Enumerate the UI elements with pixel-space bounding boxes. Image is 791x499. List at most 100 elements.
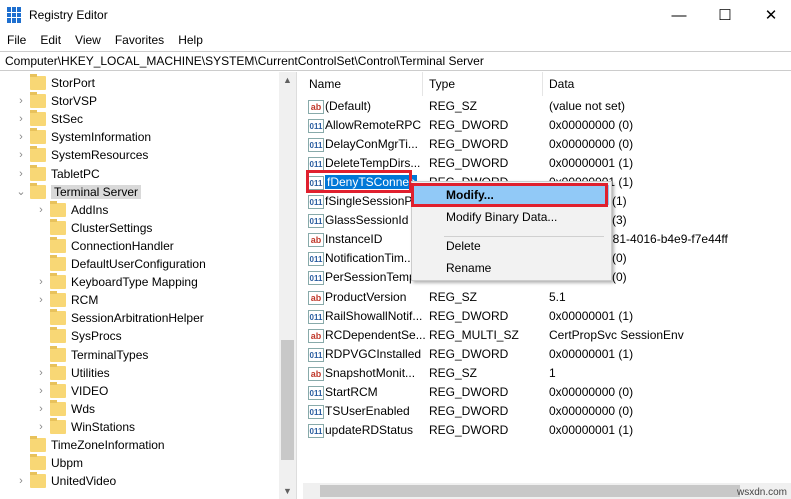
expand-chevron-icon[interactable]: › — [15, 475, 27, 487]
tree-item[interactable]: › VIDEO — [35, 381, 109, 400]
tree-item[interactable]: TerminalTypes — [35, 345, 148, 364]
tree-item[interactable]: ⌄ Terminal Server — [15, 182, 142, 201]
dword-value-icon: 011 — [308, 271, 324, 286]
maximize-button[interactable]: ☐ — [702, 0, 748, 30]
expand-chevron-icon[interactable]: › — [35, 204, 47, 216]
value-row[interactable]: 011 TSUserEnabled REG_DWORD 0x00000000 (0) — [303, 402, 791, 421]
dword-value-icon: 011 — [308, 347, 324, 362]
address-bar[interactable]: Computer\HKEY_LOCAL_MACHINE\SYSTEM\Curre… — [0, 51, 791, 71]
tree-item[interactable]: ClusterSettings — [35, 218, 152, 237]
folder-icon — [30, 164, 46, 181]
value-type: REG_DWORD — [429, 137, 509, 152]
expand-chevron-icon[interactable]: › — [15, 95, 27, 107]
folder-icon — [30, 146, 46, 163]
expand-chevron-icon[interactable]: › — [35, 421, 47, 433]
tree-item[interactable]: Ubpm — [15, 454, 83, 472]
tree-item[interactable]: › StorVSP — [15, 92, 97, 110]
value-data: 0x00000001 (1) — [549, 308, 634, 323]
value-row[interactable]: 011 updateRDStatus REG_DWORD 0x00000001 (1) — [303, 421, 791, 440]
column-name[interactable]: Name — [303, 72, 423, 96]
tree-item[interactable]: › SystemInformation — [15, 128, 151, 146]
expand-chevron-icon[interactable]: › — [35, 403, 47, 415]
close-button[interactable]: ✕ — [748, 0, 791, 30]
menu-favorites[interactable]: Favorites — [108, 31, 171, 49]
value-row[interactable]: 011 AllowRemoteRPC REG_DWORD 0x00000000 (0) — [303, 116, 791, 135]
value-data: (value not set) — [549, 99, 626, 113]
value-type: REG_DWORD — [429, 156, 509, 171]
tree-item[interactable]: TimeZoneInformation — [15, 436, 165, 454]
horizontal-scrollbar[interactable] — [303, 483, 791, 499]
tree-item[interactable]: › WinStations — [35, 417, 135, 436]
minimize-button[interactable]: — — [656, 0, 702, 30]
menu-item-modify-binary[interactable]: Modify Binary Data... — [414, 207, 609, 227]
folder-icon — [50, 417, 66, 434]
value-row[interactable]: ab RCDependentSe... REG_MULTI_SZ CertPropSv… — [303, 326, 791, 345]
tree-item-label: SysProcs — [71, 329, 122, 344]
string-value-icon: ab — [308, 100, 324, 114]
scroll-thumb[interactable] — [320, 485, 740, 497]
tree-item-label: UnitedVideo — [51, 474, 117, 489]
tree-item[interactable]: › StSec — [15, 110, 83, 128]
tree-item[interactable]: › SystemResources — [15, 146, 148, 164]
folder-icon — [30, 454, 46, 471]
value-data: 0x00000000 (0) — [549, 137, 634, 152]
menu-help[interactable]: Help — [171, 31, 210, 49]
tree-item[interactable]: SessionArbitrationHelper — [35, 309, 204, 327]
expand-chevron-icon[interactable]: › — [15, 131, 27, 143]
value-data: (0) — [612, 270, 627, 285]
expand-chevron-icon[interactable]: › — [35, 294, 47, 306]
tree-scrollbar[interactable]: ▲ ▼ — [279, 72, 296, 499]
value-type: REG_DWORD — [429, 422, 509, 437]
tree-item-label: SystemResources — [51, 148, 149, 163]
tree-item[interactable]: SysProcs — [35, 327, 122, 345]
value-row[interactable]: ab ProductVersion REG_SZ 5.1 — [303, 288, 791, 307]
tree-item-label: VIDEO — [71, 383, 109, 398]
value-row[interactable]: 011 RDPVGCInstalled REG_DWORD 0x00000001 (1… — [303, 345, 791, 364]
value-row[interactable]: ab (Default) REG_SZ (value not set) — [303, 97, 791, 116]
tree-item[interactable]: › RCM — [35, 291, 98, 309]
expand-chevron-icon[interactable]: › — [35, 367, 47, 379]
value-row[interactable]: 011 DelayConMgrTi... REG_DWORD 0x00000000 (… — [303, 135, 791, 154]
tree-item[interactable]: ConnectionHandler — [35, 236, 174, 255]
tree-item[interactable]: › Utilities — [35, 363, 110, 382]
tree-item[interactable]: › AddIns — [35, 200, 108, 219]
tree-item[interactable]: › UnitedVideo — [15, 472, 116, 490]
tree-item[interactable]: › Wds — [35, 399, 95, 418]
tree-item[interactable]: › KeyboardType Mapping — [35, 273, 198, 291]
column-data[interactable]: Data — [543, 72, 791, 96]
expand-chevron-icon[interactable]: › — [15, 113, 27, 125]
column-type[interactable]: Type — [423, 72, 543, 96]
scroll-down-icon[interactable]: ▼ — [279, 486, 296, 496]
tree-item[interactable]: › TabletPC — [15, 164, 100, 183]
tree-item-label: SystemInformation — [51, 130, 152, 145]
folder-icon — [50, 200, 66, 217]
expand-chevron-icon[interactable]: ⌄ — [15, 185, 27, 198]
folder-icon — [30, 110, 46, 127]
expand-chevron-icon[interactable]: › — [35, 276, 47, 288]
menu-edit[interactable]: Edit — [33, 31, 68, 49]
menu-item-delete[interactable]: Delete — [414, 236, 609, 256]
menu-item-rename[interactable]: Rename — [414, 258, 609, 278]
tree-item-label: KeyboardType Mapping — [71, 275, 198, 290]
tree-item[interactable]: DefaultUserConfiguration — [35, 255, 206, 273]
menu-file[interactable]: File — [0, 31, 33, 49]
tree-item[interactable]: StorPort — [15, 74, 95, 92]
menu-view[interactable]: View — [68, 31, 108, 49]
value-row[interactable]: ab SnapshotMonit... REG_SZ 1 — [303, 364, 791, 383]
value-name: RCDependentSe... — [325, 327, 425, 342]
value-name: PerSessionTemp — [325, 270, 416, 285]
value-name: InstanceID — [325, 232, 383, 247]
value-row[interactable]: 011 RailShowallNotif... REG_DWORD 0x0000000… — [303, 307, 791, 326]
dword-value-icon: 011 — [308, 252, 324, 267]
expand-chevron-icon[interactable]: › — [15, 168, 27, 180]
dword-value-icon: 011 — [308, 214, 324, 229]
expand-chevron-icon[interactable]: › — [15, 149, 27, 161]
scroll-thumb[interactable] — [281, 340, 294, 460]
expand-chevron-icon[interactable]: › — [35, 385, 47, 397]
tree-item-label: Wds — [71, 401, 95, 416]
scroll-up-icon[interactable]: ▲ — [279, 75, 296, 85]
tree-item-label: TabletPC — [51, 166, 100, 181]
value-row[interactable]: 011 StartRCM REG_DWORD 0x00000000 (0) — [303, 383, 791, 402]
value-data: (0) — [612, 251, 627, 266]
menu-bar: File Edit View Favorites Help — [0, 31, 210, 49]
